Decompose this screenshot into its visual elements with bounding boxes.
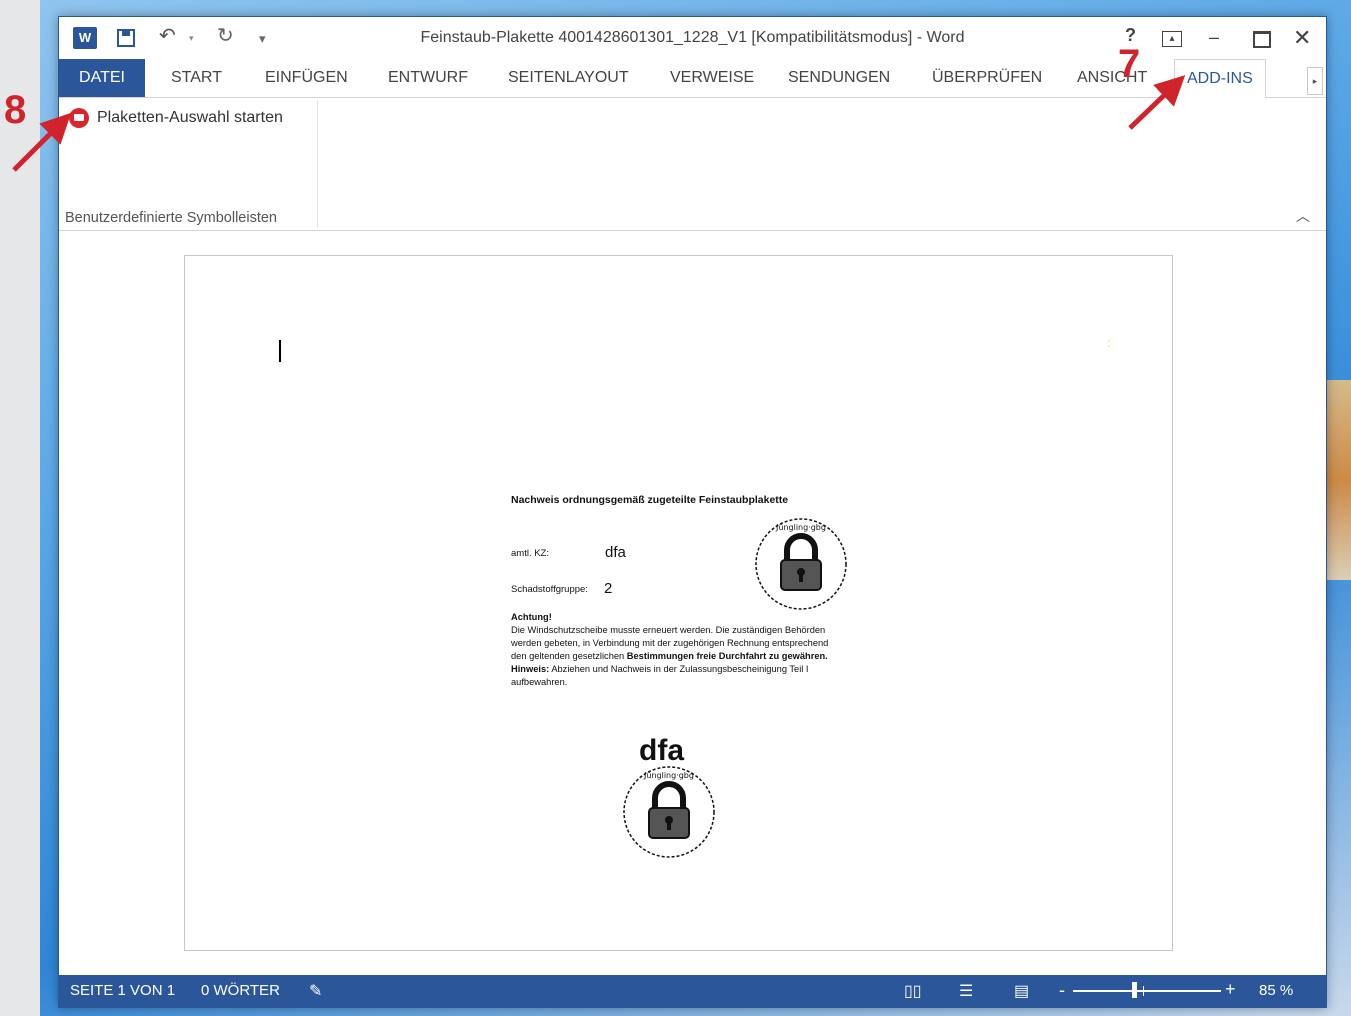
annotation-arrow-8 bbox=[12, 112, 72, 172]
annotation-arrow-7 bbox=[1128, 75, 1186, 130]
annotation-arrows bbox=[12, 75, 1186, 172]
